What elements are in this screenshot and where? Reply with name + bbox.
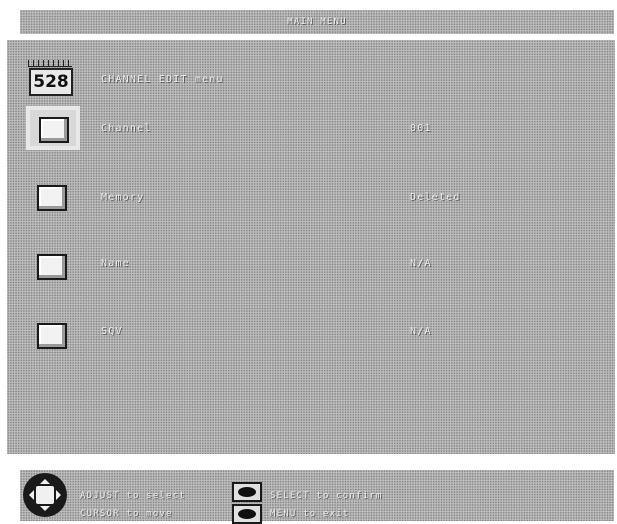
- window-title: MAIN MENU: [287, 17, 347, 27]
- help-adjust: ADJUST to select: [80, 491, 186, 501]
- footer-help-bar: ADJUST to select SELECT to confirm CURSO…: [20, 470, 614, 524]
- memory-row-button[interactable]: [32, 179, 72, 213]
- channel-label: Channel: [101, 123, 152, 134]
- ruler-decoration: [28, 60, 72, 67]
- square-button-icon: [39, 117, 69, 143]
- ok-button-icon: [232, 482, 262, 502]
- square-button-icon: [37, 323, 67, 349]
- main-menu-panel: [7, 40, 615, 454]
- memory-label: Memory: [101, 192, 145, 203]
- channel-value: 001: [410, 123, 432, 134]
- help-exit: MENU to exit: [270, 509, 350, 519]
- menu-heading: CHANNEL EDIT menu: [101, 74, 224, 85]
- name-row-button[interactable]: [32, 248, 72, 282]
- channel-row-button[interactable]: [26, 106, 80, 150]
- channel-digits: 528: [29, 68, 73, 96]
- title-bar: MAIN MENU: [20, 10, 614, 34]
- memory-value: Deleted: [410, 192, 461, 203]
- sqv-label: SQV: [101, 326, 123, 337]
- sqv-row-button[interactable]: [32, 317, 72, 351]
- name-label: Name: [101, 258, 130, 269]
- help-cursor: CURSOR to move: [80, 509, 173, 519]
- dpad-icon: [23, 473, 67, 517]
- channel-number-icon: 528: [25, 60, 75, 96]
- name-value: N/A: [410, 258, 432, 269]
- ok-button-icon: [232, 504, 262, 524]
- square-button-icon: [37, 185, 67, 211]
- help-select: SELECT to confirm: [270, 491, 383, 501]
- sqv-value: N/A: [410, 326, 432, 337]
- square-button-icon: [37, 254, 67, 280]
